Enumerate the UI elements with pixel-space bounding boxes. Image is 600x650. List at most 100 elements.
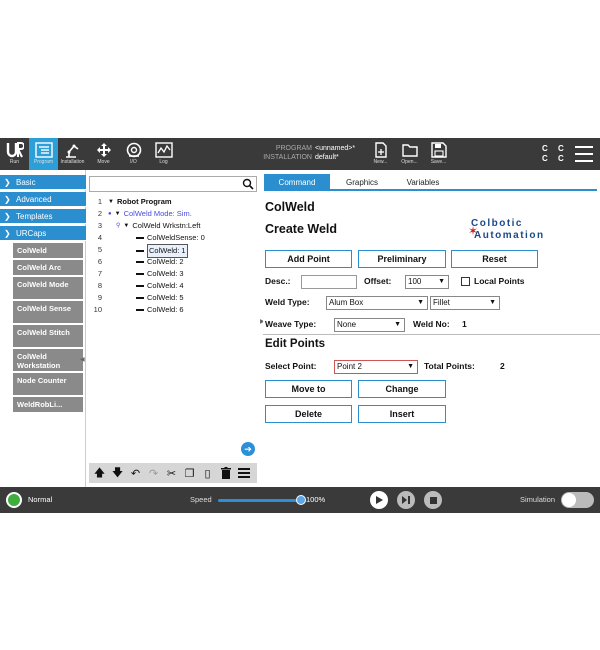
open-folder-icon (401, 144, 418, 157)
add-point-button[interactable]: Add Point (265, 250, 352, 268)
urcap-item-node-counter[interactable]: Node Counter (13, 373, 83, 395)
arrow-right-icon[interactable]: ➔ (241, 442, 255, 456)
new-file-icon (374, 142, 387, 158)
line-number: 7 (97, 269, 102, 278)
line-number: 6 (97, 257, 102, 266)
expand-triangle-icon[interactable]: ▼ (115, 208, 121, 220)
installation-name: default* (315, 154, 339, 161)
line-number: 8 (97, 281, 102, 290)
weld-type-select[interactable]: Alum Box ▼ (326, 296, 428, 310)
open-file-label: Open... (401, 159, 418, 165)
installation-nav-label: Installation (60, 159, 85, 165)
installation-nav-button[interactable]: Installation (58, 138, 87, 170)
log-nav-button[interactable]: Log (149, 138, 178, 170)
installation-icon (65, 144, 78, 158)
desc-label: Desc.: (265, 276, 291, 286)
weld-shape-select[interactable]: Fillet ▼ (430, 296, 500, 310)
installation-key: INSTALLATION (263, 154, 312, 161)
weave-type-label: Weave Type: (265, 319, 317, 329)
simulation-toggle[interactable] (561, 492, 594, 508)
urcap-item-colweld[interactable]: ColWeld (13, 243, 83, 258)
urcap-item-colweld-arc[interactable]: ColWeld Arc (13, 260, 83, 275)
move-nav-button[interactable]: Move (89, 138, 118, 170)
program-icon (34, 142, 53, 158)
urcap-item-colweld-sense[interactable]: ColWeld Sense (13, 301, 83, 323)
nav-section-basic[interactable]: ❯ Basic (0, 175, 86, 190)
speed-slider-handle[interactable] (296, 495, 306, 505)
desc-input[interactable] (301, 275, 357, 289)
nav-section-urcaps[interactable]: ❯ URCaps (0, 226, 86, 241)
select-point-select[interactable]: Point 2 ▼ (334, 360, 418, 374)
step-button[interactable] (397, 491, 415, 509)
program-tree-panel: 1 ▼ Robot Program 2 ● ▼ ColWeld Mode: Sim. … (86, 170, 262, 487)
simulation-label: Simulation (520, 495, 556, 504)
urcap-item-colweld-mode[interactable]: ColWeld Mode (13, 277, 83, 299)
urcap-item-label: ColWeld Stitch (17, 328, 70, 337)
program-nav-button[interactable]: Program (29, 138, 58, 170)
urcap-item-label: ColWeld Workstation (17, 352, 61, 370)
move-to-button[interactable]: Move to (265, 380, 352, 398)
collapse-nav-icon[interactable]: ◀ (80, 356, 85, 363)
io-nav-button[interactable]: I/O (119, 138, 148, 170)
insert-button[interactable]: Insert (358, 405, 446, 423)
weave-type-value: None (337, 320, 357, 329)
copy-icon[interactable]: ❐ (182, 466, 197, 481)
bottom-bar: Normal Speed 100% Simulation (0, 487, 600, 513)
tree-node-label: ColWeldSense: 0 (147, 233, 205, 242)
nav-section-label: Templates (16, 212, 53, 221)
node-dash-icon (136, 261, 144, 263)
new-file-button[interactable]: New... (366, 138, 395, 170)
offset-select[interactable]: 100 ▼ (405, 275, 449, 289)
hamburger-menu-icon[interactable] (575, 146, 593, 162)
stop-button[interactable] (424, 491, 442, 509)
move-down-icon[interactable]: 🡇 (110, 466, 125, 481)
move-nav-label: Move (97, 159, 110, 165)
weave-type-select[interactable]: None ▼ (334, 318, 405, 332)
speed-slider-track[interactable] (218, 499, 302, 502)
urcap-item-colweld-stitch[interactable]: ColWeld Stitch (13, 325, 83, 347)
redo-icon[interactable]: ↷ (146, 466, 161, 481)
cc-icon[interactable]: C CC C (542, 144, 568, 164)
paste-icon[interactable]: ▯ (200, 466, 215, 481)
urcap-item-colweld-workstation[interactable]: ColWeld Workstation (13, 349, 83, 371)
select-point-value: Point 2 (337, 362, 362, 371)
run-nav-button[interactable]: Run (0, 138, 29, 170)
preliminary-button[interactable]: Preliminary (358, 250, 446, 268)
tree-search-input[interactable] (89, 176, 257, 192)
program-nodes-nav: ❯ Basic ❯ Advanced ❯ Templates ❯ URCaps ColW… (0, 170, 86, 487)
urcap-item-label: ColWeld Mode (17, 280, 69, 289)
weld-type-value: Alum Box (329, 298, 364, 307)
suppress-icon[interactable] (236, 466, 251, 481)
expand-triangle-icon[interactable]: ▼ (108, 196, 114, 208)
cut-icon[interactable]: ✂ (164, 466, 179, 481)
urcap-item-label: ColWeld (17, 246, 47, 255)
move-up-icon[interactable]: 🡅 (92, 466, 107, 481)
nav-section-label: URCaps (16, 229, 47, 238)
nav-section-advanced[interactable]: ❯ Advanced (0, 192, 86, 207)
tab-command[interactable]: Command (264, 174, 330, 191)
expand-triangle-icon[interactable]: ▼ (123, 220, 129, 232)
change-button[interactable]: Change (358, 380, 446, 398)
line-number: 1 (97, 197, 102, 206)
chevron-right-icon: ❯ (4, 178, 11, 187)
delete-button[interactable]: Delete (265, 405, 352, 423)
nav-section-templates[interactable]: ❯ Templates (0, 209, 86, 224)
tab-graphics[interactable]: Graphics (330, 174, 394, 191)
bullet-icon: ● (108, 211, 112, 217)
power-status-icon[interactable] (6, 492, 22, 508)
panel-tabs: Command Graphics Variables (264, 174, 597, 191)
save-file-button[interactable]: Save... (424, 138, 453, 170)
open-file-button[interactable]: Open... (395, 138, 424, 170)
logo-star-icon: ✶ (468, 224, 479, 238)
play-button[interactable] (370, 491, 388, 509)
local-points-checkbox[interactable] (461, 277, 470, 286)
reset-button[interactable]: Reset (451, 250, 538, 268)
tab-variables[interactable]: Variables (394, 174, 452, 191)
step-icon (402, 496, 410, 504)
undo-icon[interactable]: ↶ (128, 466, 143, 481)
node-dash-icon (136, 297, 144, 299)
search-icon[interactable] (242, 178, 254, 190)
urcap-item-weldroblink[interactable]: WeldRobLi... (13, 397, 83, 412)
io-nav-label: I/O (130, 159, 137, 165)
delete-icon[interactable] (218, 466, 233, 481)
